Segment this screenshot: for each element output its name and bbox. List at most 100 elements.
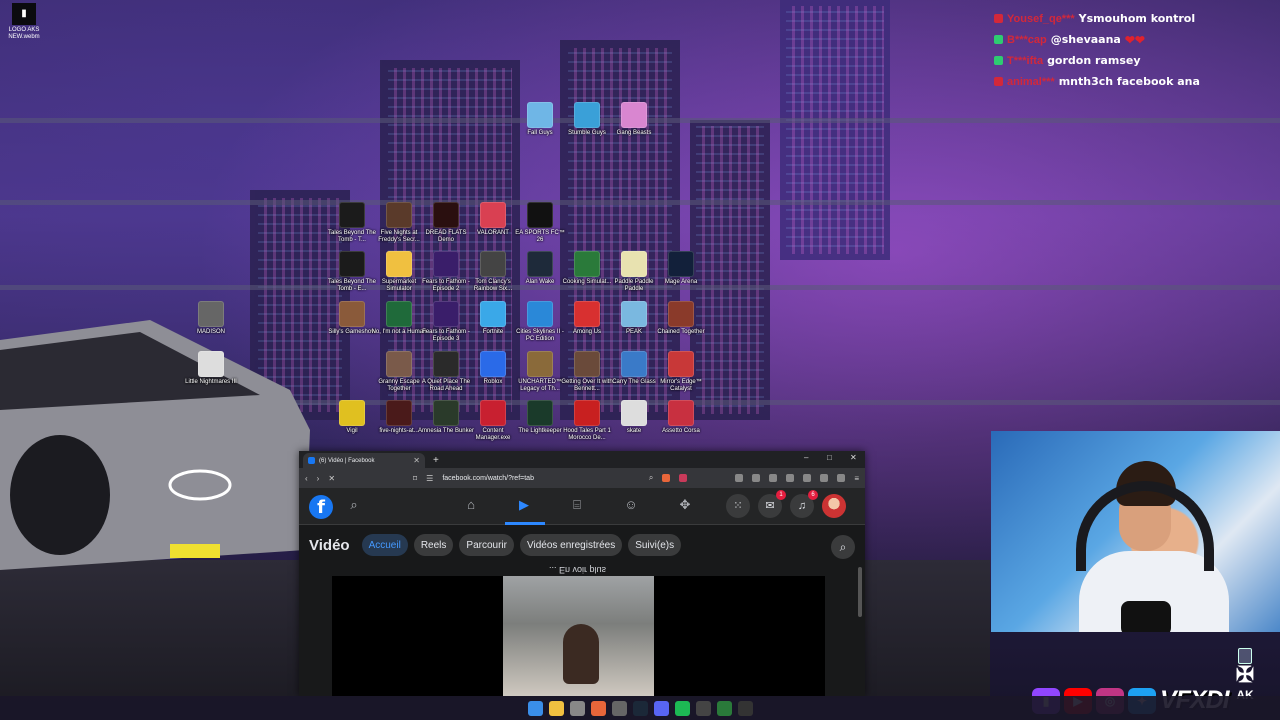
browser-window[interactable]: (6) Vidéo | Facebook ✕ + – □ ✕ ‹ › ✕ ⌑ ☰… <box>299 451 865 696</box>
wallpaper-car <box>0 320 310 570</box>
marketplace-icon[interactable]: ⌸ <box>568 497 586 515</box>
scrollbar[interactable] <box>858 567 862 617</box>
video-icon[interactable]: ▶ <box>515 497 533 515</box>
chat-badge-icon <box>994 77 1003 86</box>
desktop-icon-label: Chained Together <box>657 329 705 335</box>
video-player[interactable] <box>332 576 825 696</box>
app-icon <box>339 202 365 228</box>
extension-icon[interactable] <box>735 474 744 482</box>
store-icon[interactable] <box>569 700 585 716</box>
app-icon <box>480 301 506 327</box>
back-icon[interactable]: ‹ <box>305 474 308 483</box>
address-bar-row: ‹ › ✕ ⌑ ☰ facebook.com/watch/?ref=tab ⌕ … <box>299 468 865 488</box>
logo-video-file-icon[interactable]: ▮ LOGO AKS NEW.webm <box>6 3 42 41</box>
active-tab-indicator <box>505 522 545 525</box>
app-icon <box>621 351 647 377</box>
desktop-shortcut[interactable]: MADISON <box>183 301 239 336</box>
app-icon <box>621 301 647 327</box>
app-icon <box>386 202 412 228</box>
url-field[interactable]: facebook.com/watch/?ref=tab <box>442 475 534 482</box>
desktop-shortcut[interactable]: Chained Together <box>653 301 709 336</box>
site-info-icon[interactable]: ☰ <box>426 474 433 483</box>
video-search-icon[interactable]: ⌕ <box>831 535 855 559</box>
browser-tab-facebook[interactable]: (6) Vidéo | Facebook ✕ <box>303 453 425 468</box>
chat-badge-icon <box>994 56 1003 65</box>
tab-parcourir[interactable]: Parcourir <box>459 534 514 556</box>
video-feed: ... En voir plus <box>299 565 865 696</box>
chat-message: T***ifta gordon ramsey <box>994 50 1280 71</box>
home-icon[interactable]: ⌂ <box>462 497 480 515</box>
menu-icon[interactable]: ≡ <box>854 474 859 483</box>
close-window-button[interactable]: ✕ <box>850 453 857 462</box>
app-icon <box>527 102 553 128</box>
app-icon <box>480 202 506 228</box>
wallpaper-building <box>780 0 890 260</box>
notifications-icon[interactable]: ♫ 6 <box>790 490 818 518</box>
app-icon <box>198 351 224 377</box>
reload-icon[interactable]: ✕ <box>328 474 335 483</box>
app-icon <box>668 251 694 277</box>
messenger-icon[interactable]: ✉ 1 <box>758 490 786 518</box>
menu-grid-icon[interactable]: ⁙ <box>726 494 750 518</box>
tab-vid-os-enregistr-es[interactable]: Vidéos enregistrées <box>519 534 623 556</box>
profile-avatar[interactable] <box>822 494 846 518</box>
forward-icon[interactable]: › <box>317 474 320 483</box>
app-icon <box>386 301 412 327</box>
bookmark-icon[interactable]: ⌑ <box>413 474 417 483</box>
video-caption: ... En voir plus <box>549 565 607 575</box>
spotify-icon[interactable] <box>674 700 690 716</box>
tab-reels[interactable]: Reels <box>413 534 454 556</box>
obs-icon[interactable] <box>611 700 627 716</box>
zoom-icon[interactable]: ⌕ <box>649 473 653 483</box>
brave-shields-icon[interactable] <box>662 474 671 482</box>
file-explorer-icon[interactable] <box>548 700 564 716</box>
steam-icon[interactable] <box>632 700 648 716</box>
desktop-icon-label: Gang Beasts <box>616 130 652 136</box>
app-icon[interactable] <box>737 700 753 716</box>
app-icon[interactable] <box>695 700 711 716</box>
maximize-button[interactable]: □ <box>827 453 832 462</box>
xbox-icon[interactable] <box>716 700 732 716</box>
chat-message: animal*** mnth3ch facebook ana <box>994 71 1280 92</box>
chat-text: @shevaana <box>1050 33 1121 46</box>
extension-icon[interactable] <box>786 474 795 482</box>
desktop-shortcut[interactable]: EA SPORTS FC™ 26 <box>512 202 568 244</box>
facebook-logo[interactable]: f <box>309 495 333 519</box>
brave-rewards-icon[interactable] <box>679 474 688 482</box>
chat-overlay: Yousef_qe*** Ysmouhom kontrol B***cap @shev… <box>994 8 1280 92</box>
new-tab-button[interactable]: + <box>433 455 439 466</box>
app-icon <box>339 251 365 277</box>
desktop-shortcut[interactable]: Mage Arena <box>653 251 709 286</box>
app-icon <box>480 400 506 426</box>
desktop-shortcut[interactable]: Gang Beasts <box>606 102 662 137</box>
desktop-icon-label: EA SPORTS FC™ 26 <box>515 230 565 243</box>
vpn-icon[interactable] <box>837 474 846 482</box>
chat-username: T***ifta <box>1007 54 1044 67</box>
desktop-shortcut[interactable]: Assetto Corsa <box>653 400 709 435</box>
brave-browser-icon[interactable] <box>590 700 606 716</box>
app-icon <box>668 301 694 327</box>
app-icon <box>198 301 224 327</box>
tab-accueil[interactable]: Accueil <box>361 534 408 556</box>
app-icon <box>339 301 365 327</box>
wallet-icon[interactable] <box>820 474 829 482</box>
tab-suivi-e-s[interactable]: Suivi(e)s <box>628 534 682 556</box>
tab-title: (6) Vidéo | Facebook <box>319 457 375 464</box>
app-icon <box>386 251 412 277</box>
chat-badge-icon <box>994 14 1003 23</box>
minimize-button[interactable]: – <box>804 453 808 462</box>
sidebar-icon[interactable] <box>803 474 812 482</box>
gaming-icon[interactable]: ✥ <box>676 497 694 515</box>
extension-icon[interactable] <box>752 474 761 482</box>
app-icon <box>574 251 600 277</box>
app-icon <box>527 301 553 327</box>
desktop-shortcut[interactable]: Mirror's Edge™ Catalyst <box>653 351 709 393</box>
groups-icon[interactable]: ☺ <box>622 497 640 515</box>
desktop-shortcut[interactable]: Little Nightmares III <box>183 351 239 386</box>
extension-icon[interactable] <box>769 474 778 482</box>
app-icon <box>433 400 459 426</box>
close-tab-icon[interactable]: ✕ <box>413 456 420 465</box>
discord-icon[interactable] <box>653 700 669 716</box>
start-icon[interactable] <box>527 700 543 716</box>
search-icon[interactable]: ⌕ <box>345 497 363 515</box>
